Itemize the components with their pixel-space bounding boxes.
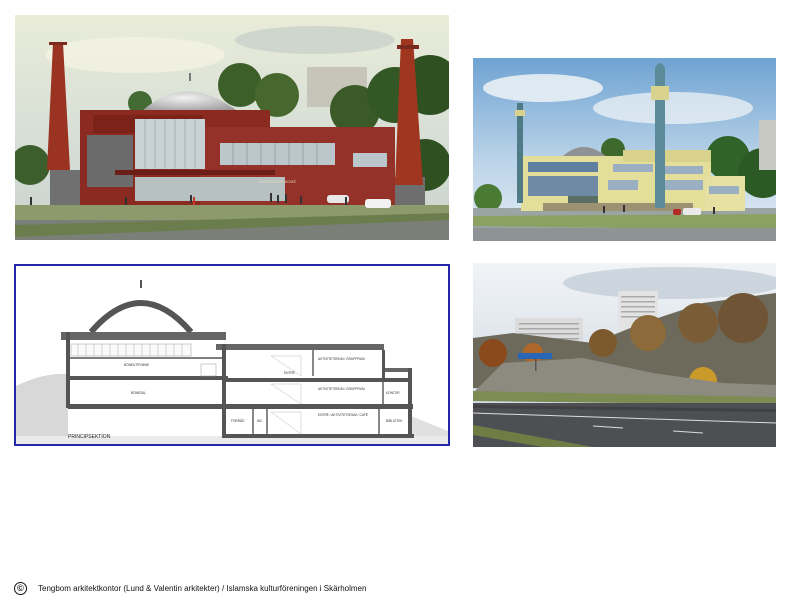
room-label-entrance-cafe: ENTRÉ / AKTIVITETSRUM / CAFÉ [318,412,368,417]
rendering-red-mosque: SKÄRHOLMENS MOSKÉ [15,15,449,240]
room-label-wc: WC [257,419,263,423]
room-label-storage: FÖRRÅD [231,418,245,423]
room-label-library: BIBLIOTEK [386,419,403,423]
section-title: PRINCIPSEKTION [68,434,111,440]
room-label-office: KONTOR [386,391,400,395]
building-sign: SKÄRHOLMENS MOSKÉ [259,179,296,184]
small-note: ENTRÉ [284,370,295,375]
copyright-icon: © [14,581,27,595]
site-photo [473,263,776,447]
room-label-prayer-area: BÖNEUTRYMME [124,363,149,367]
room-label-activity-room-upper: AKTIVITETSRUM / GRUPPRUM [318,357,365,361]
credit-text: Tengbom arkitektkontor (Lund & Valentin … [38,583,367,593]
section-drawing: BÖNEUTRYMME BÖNESAL AKTIVITETSRUM / GRUP… [14,264,450,446]
credit-line: © Tengbom arkitektkontor (Lund & Valenti… [14,580,366,596]
rendering-yellow-mosque [473,58,776,241]
room-label-prayer-hall: BÖNESAL [131,391,146,395]
room-label-activity-room-mid: AKTIVITETSRUM / GRUPPRUM [318,387,365,391]
